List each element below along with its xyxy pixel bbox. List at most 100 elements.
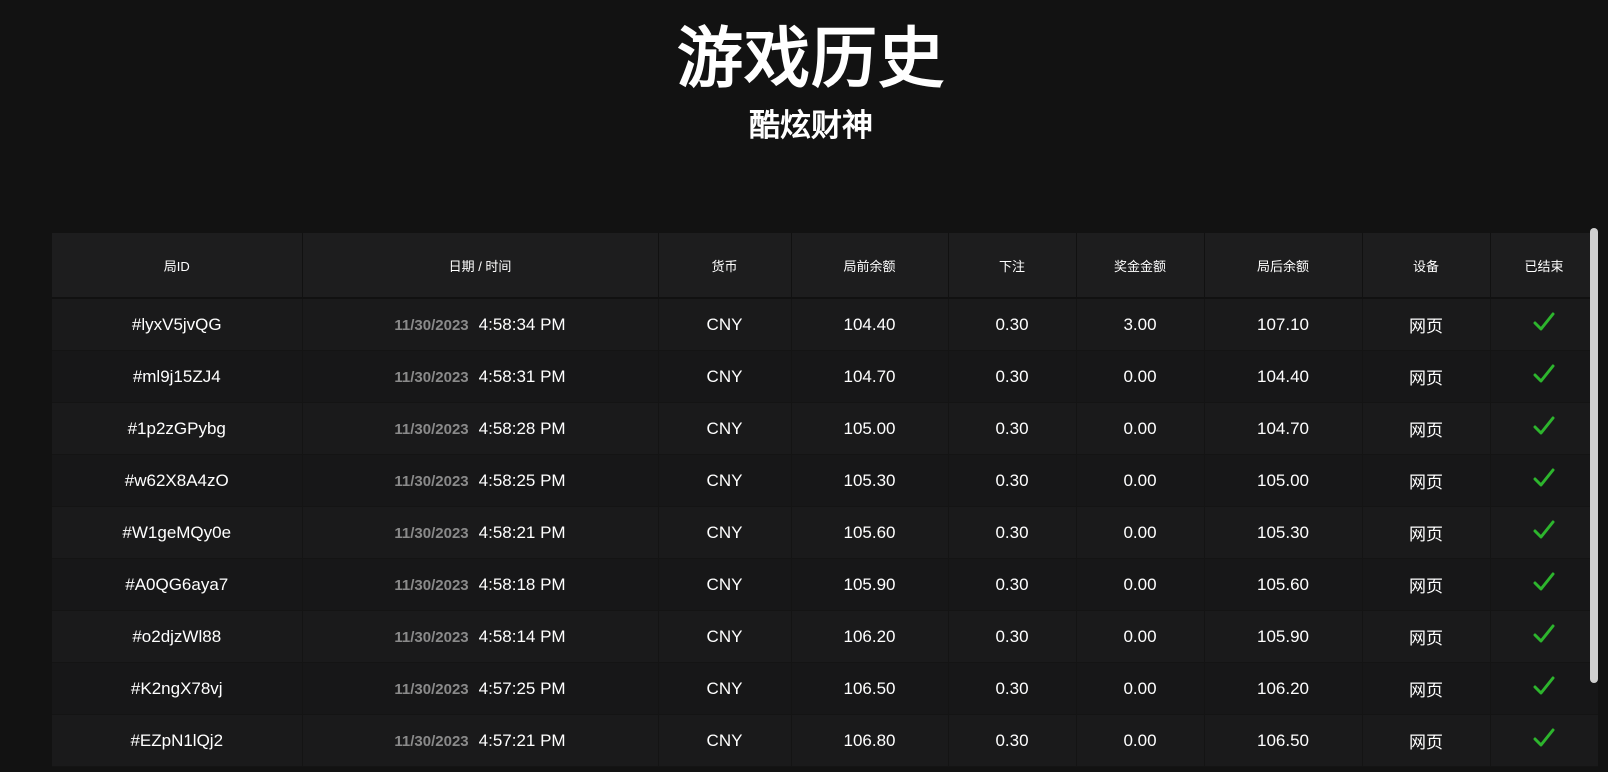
currency-cell: CNY <box>658 714 792 767</box>
round-date: 11/30/2023 <box>394 420 469 438</box>
round-time: 4:58:18 PM <box>478 574 566 594</box>
finished-cell <box>1490 402 1598 455</box>
check-icon <box>1533 416 1555 441</box>
round-time: 4:57:25 PM <box>478 678 566 698</box>
round-id-cell: #EZpN1lQj2 <box>52 714 303 767</box>
bet-cell: 0.30 <box>948 350 1077 403</box>
round-id-cell: #o2djzWl88 <box>52 610 303 663</box>
history-table: 局ID 日期 / 时间 货币 局前余额 下注 奖金金额 局后余额 设备 已结束 … <box>52 233 1598 767</box>
finished-cell <box>1490 506 1598 559</box>
table-row[interactable]: #K2ngX78vj 11/30/2023 4:57:25 PM CNY 106.50 0… <box>52 662 1598 715</box>
table-row[interactable]: #w62X8A4zO 11/30/2023 4:58:25 PM CNY 105.30 0… <box>52 454 1598 507</box>
device-cell: 网页 <box>1362 506 1491 559</box>
balance-before-cell: 106.80 <box>791 714 949 767</box>
bet-cell: 0.30 <box>948 662 1077 715</box>
table-row[interactable]: #A0QG6aya7 11/30/2023 4:58:18 PM CNY 105.90 0… <box>52 558 1598 611</box>
win-amount-cell: 0.00 <box>1076 558 1205 611</box>
device-cell: 网页 <box>1362 402 1491 455</box>
device-cell: 网页 <box>1362 662 1491 715</box>
round-date: 11/30/2023 <box>394 680 469 698</box>
bet-cell: 0.30 <box>948 506 1077 559</box>
column-header-balance-before: 局前余额 <box>791 233 949 299</box>
bet-cell: 0.30 <box>948 454 1077 507</box>
round-id-cell: #w62X8A4zO <box>52 454 303 507</box>
table-row[interactable]: #ml9j15ZJ4 11/30/2023 4:58:31 PM CNY 104.70 0… <box>52 350 1598 403</box>
device-cell: 网页 <box>1362 350 1491 403</box>
round-time: 4:58:28 PM <box>478 418 566 438</box>
datetime-cell: 11/30/2023 4:58:25 PM <box>302 454 659 507</box>
finished-cell <box>1490 454 1598 507</box>
check-icon <box>1533 312 1555 337</box>
vertical-scrollbar[interactable] <box>1590 228 1598 683</box>
check-icon <box>1533 520 1555 545</box>
bet-cell: 0.30 <box>948 298 1077 351</box>
column-header-balance-after: 局后余额 <box>1204 233 1363 299</box>
datetime-cell: 11/30/2023 4:58:31 PM <box>302 350 659 403</box>
datetime-cell: 11/30/2023 4:58:21 PM <box>302 506 659 559</box>
bet-cell: 0.30 <box>948 558 1077 611</box>
finished-cell <box>1490 558 1598 611</box>
currency-cell: CNY <box>658 402 792 455</box>
win-amount-cell: 0.00 <box>1076 350 1205 403</box>
game-history-page: 游戏历史 酷炫财神 局ID 日期 / 时间 货币 局前余额 下注 奖金金额 局后… <box>0 0 1608 772</box>
history-table-container[interactable]: 局ID 日期 / 时间 货币 局前余额 下注 奖金金额 局后余额 设备 已结束 … <box>52 233 1598 772</box>
table-row[interactable]: #EZpN1lQj2 11/30/2023 4:57:21 PM CNY 106.80 0… <box>52 714 1598 767</box>
win-amount-cell: 0.00 <box>1076 402 1205 455</box>
balance-after-cell: 106.50 <box>1204 714 1363 767</box>
table-row[interactable]: #W1geMQy0e 11/30/2023 4:58:21 PM CNY 105.60 0… <box>52 506 1598 559</box>
table-row[interactable]: #1p2zGPybg 11/30/2023 4:58:28 PM CNY 105.00 0… <box>52 402 1598 455</box>
page-title: 游戏历史 <box>677 21 945 95</box>
round-id-cell: #A0QG6aya7 <box>52 558 303 611</box>
balance-before-cell: 106.50 <box>791 662 949 715</box>
round-time: 4:58:34 PM <box>478 314 566 334</box>
round-id-cell: #W1geMQy0e <box>52 506 303 559</box>
finished-cell <box>1490 298 1598 351</box>
device-cell: 网页 <box>1362 610 1491 663</box>
check-icon <box>1533 624 1555 649</box>
datetime-cell: 11/30/2023 4:58:18 PM <box>302 558 659 611</box>
table-row[interactable]: #lyxV5jvQG 11/30/2023 4:58:34 PM CNY 104.40 0… <box>52 298 1598 351</box>
round-id-cell: #K2ngX78vj <box>52 662 303 715</box>
round-date: 11/30/2023 <box>394 368 469 386</box>
balance-after-cell: 107.10 <box>1204 298 1363 351</box>
datetime-cell: 11/30/2023 4:57:25 PM <box>302 662 659 715</box>
bet-cell: 0.30 <box>948 402 1077 455</box>
balance-before-cell: 105.60 <box>791 506 949 559</box>
round-time: 4:57:21 PM <box>478 730 566 750</box>
column-header-finished: 已结束 <box>1490 233 1598 299</box>
round-date: 11/30/2023 <box>394 732 469 750</box>
column-header-datetime: 日期 / 时间 <box>302 233 659 299</box>
round-date: 11/30/2023 <box>394 576 469 594</box>
table-row[interactable]: #o2djzWl88 11/30/2023 4:58:14 PM CNY 106.20 0… <box>52 610 1598 663</box>
balance-before-cell: 104.70 <box>791 350 949 403</box>
finished-cell <box>1490 610 1598 663</box>
bet-cell: 0.30 <box>948 714 1077 767</box>
balance-after-cell: 104.40 <box>1204 350 1363 403</box>
currency-cell: CNY <box>658 558 792 611</box>
column-header-round-id: 局ID <box>52 233 303 299</box>
finished-cell <box>1490 350 1598 403</box>
currency-cell: CNY <box>658 610 792 663</box>
round-date: 11/30/2023 <box>394 472 469 490</box>
device-cell: 网页 <box>1362 714 1491 767</box>
balance-after-cell: 105.30 <box>1204 506 1363 559</box>
round-time: 4:58:31 PM <box>478 366 566 386</box>
balance-after-cell: 104.70 <box>1204 402 1363 455</box>
balance-before-cell: 105.90 <box>791 558 949 611</box>
device-cell: 网页 <box>1362 454 1491 507</box>
balance-before-cell: 106.20 <box>791 610 949 663</box>
device-cell: 网页 <box>1362 558 1491 611</box>
check-icon <box>1533 468 1555 493</box>
round-id-cell: #ml9j15ZJ4 <box>52 350 303 403</box>
game-name-subtitle: 酷炫财神 <box>749 108 873 143</box>
round-date: 11/30/2023 <box>394 524 469 542</box>
currency-cell: CNY <box>658 298 792 351</box>
column-header-device: 设备 <box>1362 233 1491 299</box>
win-amount-cell: 0.00 <box>1076 506 1205 559</box>
round-time: 4:58:25 PM <box>478 470 566 490</box>
currency-cell: CNY <box>658 454 792 507</box>
table-header-row: 局ID 日期 / 时间 货币 局前余额 下注 奖金金额 局后余额 设备 已结束 <box>52 233 1598 299</box>
datetime-cell: 11/30/2023 4:57:21 PM <box>302 714 659 767</box>
balance-after-cell: 106.20 <box>1204 662 1363 715</box>
finished-cell <box>1490 662 1598 715</box>
